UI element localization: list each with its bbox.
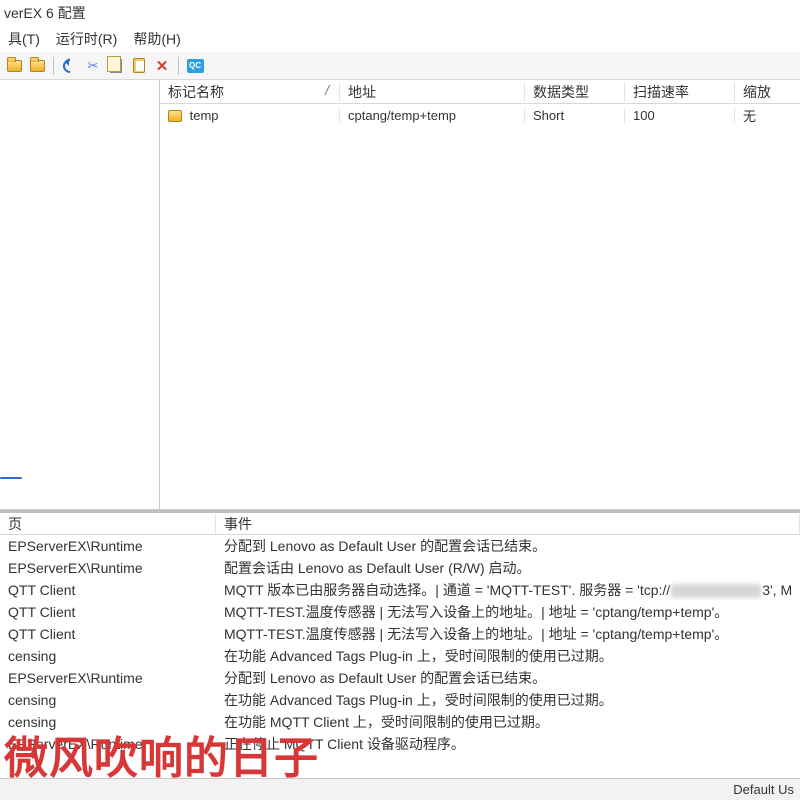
undo-icon xyxy=(63,59,77,73)
toolbar-separator xyxy=(178,57,179,75)
log-source-cell: censing xyxy=(0,648,216,664)
log-row[interactable]: censing在功能 Advanced Tags Plug-in 上，受时间限制… xyxy=(0,645,800,667)
event-log-header: 页 事件 xyxy=(0,513,800,535)
new-project-button[interactable] xyxy=(4,56,24,76)
status-right: Default Us xyxy=(733,782,794,797)
log-source-cell: EPServerEX\Runtime xyxy=(0,538,216,554)
sort-indicator: / xyxy=(325,82,329,98)
log-event-cell: 在功能 Advanced Tags Plug-in 上，受时间限制的使用已过期。 xyxy=(216,646,800,666)
cut-button[interactable]: ✂ xyxy=(83,56,103,76)
tag-list-pane: 标记名称 / 地址 数据类型 扫描速率 缩放 temp cptang/temp+… xyxy=(160,80,800,509)
tag-list-header: 标记名称 / 地址 数据类型 扫描速率 缩放 xyxy=(160,80,800,104)
open-project-button[interactable] xyxy=(27,56,47,76)
menu-help[interactable]: 帮助(H) xyxy=(129,28,184,50)
quick-client-button[interactable]: QC xyxy=(185,56,205,76)
col-header-address[interactable]: 地址 xyxy=(340,82,525,102)
tag-row[interactable]: temp cptang/temp+temp Short 100 无 xyxy=(160,104,800,126)
delete-button[interactable]: ✕ xyxy=(152,56,172,76)
log-source-cell: EPServerEX\Runtime xyxy=(0,560,216,576)
paste-icon xyxy=(133,58,145,73)
paste-button[interactable] xyxy=(129,56,149,76)
log-row[interactable]: EPServerEX\Runtime分配到 Lenovo as Default … xyxy=(0,535,800,557)
window-title: verEX 6 配置 xyxy=(0,0,800,26)
log-col-event[interactable]: 事件 xyxy=(216,514,800,534)
log-event-cell: MQTT 版本已由服务器自动选择。| 通道 = 'MQTT-TEST'. 服务器… xyxy=(216,580,800,600)
col-header-name-label: 标记名称 xyxy=(168,84,224,100)
col-header-scaling[interactable]: 缩放 xyxy=(735,82,795,102)
log-row[interactable]: QTT ClientMQTT 版本已由服务器自动选择。| 通道 = 'MQTT-… xyxy=(0,579,800,601)
log-source-cell: QTT Client xyxy=(0,582,216,598)
qc-icon: QC xyxy=(187,59,204,73)
log-row[interactable]: EPServerEX\Runtime配置会话由 Lenovo as Defaul… xyxy=(0,557,800,579)
log-col-source[interactable]: 页 xyxy=(0,514,216,534)
log-row[interactable]: QTT ClientMQTT-TEST.温度传感器 | 无法写入设备上的地址。|… xyxy=(0,623,800,645)
toolbar: ✂ ✕ QC xyxy=(0,52,800,80)
tag-icon xyxy=(168,110,182,122)
log-row[interactable]: EPServerEX\Runtime正在停止 MQTT Client 设备驱动程… xyxy=(0,733,800,755)
tag-scanrate-cell: 100 xyxy=(625,108,735,123)
copy-icon xyxy=(110,59,122,73)
log-source-cell: EPServerEX\Runtime xyxy=(0,736,216,752)
log-row[interactable]: censing在功能 Advanced Tags Plug-in 上，受时间限制… xyxy=(0,689,800,711)
menu-runtime[interactable]: 运行时(R) xyxy=(52,28,121,50)
menu-tools[interactable]: 具(T) xyxy=(4,28,44,50)
log-row[interactable]: QTT ClientMQTT-TEST.温度传感器 | 无法写入设备上的地址。|… xyxy=(0,601,800,623)
tree-selection-marker xyxy=(0,477,22,479)
scissors-icon: ✂ xyxy=(88,58,99,74)
log-event-cell: 分配到 Lenovo as Default User 的配置会话已结束。 xyxy=(216,668,800,688)
log-event-cell: MQTT-TEST.温度传感器 | 无法写入设备上的地址。| 地址 = 'cpt… xyxy=(216,602,800,622)
col-header-name[interactable]: 标记名称 / xyxy=(160,82,340,102)
log-event-cell: 在功能 MQTT Client 上，受时间限制的使用已过期。 xyxy=(216,712,800,732)
log-source-cell: censing xyxy=(0,692,216,708)
tag-list-body[interactable]: temp cptang/temp+temp Short 100 无 xyxy=(160,104,800,509)
log-source-cell: QTT Client xyxy=(0,626,216,642)
project-tree[interactable] xyxy=(0,80,160,509)
copy-button[interactable] xyxy=(106,56,126,76)
log-event-cell: 正在停止 MQTT Client 设备驱动程序。 xyxy=(216,734,800,754)
log-row[interactable]: EPServerEX\Runtime分配到 Lenovo as Default … xyxy=(0,667,800,689)
tag-name-cell: temp xyxy=(190,108,219,123)
event-log-pane: 页 事件 EPServerEX\Runtime分配到 Lenovo as Def… xyxy=(0,510,800,778)
tag-scaling-cell: 无 xyxy=(735,106,795,125)
folder-open-icon xyxy=(30,60,45,72)
tag-datatype-cell: Short xyxy=(525,108,625,123)
menu-bar: 具(T) 运行时(R) 帮助(H) xyxy=(0,26,800,52)
tag-address-cell: cptang/temp+temp xyxy=(340,108,525,123)
folder-icon xyxy=(7,60,22,72)
log-event-cell: 在功能 Advanced Tags Plug-in 上，受时间限制的使用已过期。 xyxy=(216,690,800,710)
undo-button[interactable] xyxy=(60,56,80,76)
log-event-cell: 配置会话由 Lenovo as Default User (R/W) 启动。 xyxy=(216,558,800,578)
toolbar-separator xyxy=(53,57,54,75)
status-bar: Default Us xyxy=(0,778,800,800)
log-source-cell: EPServerEX\Runtime xyxy=(0,670,216,686)
col-header-datatype[interactable]: 数据类型 xyxy=(525,82,625,102)
log-event-cell: 分配到 Lenovo as Default User 的配置会话已结束。 xyxy=(216,536,800,556)
log-source-cell: censing xyxy=(0,714,216,730)
event-log-body[interactable]: EPServerEX\Runtime分配到 Lenovo as Default … xyxy=(0,535,800,778)
col-header-scanrate[interactable]: 扫描速率 xyxy=(625,82,735,102)
log-source-cell: QTT Client xyxy=(0,604,216,620)
redacted-span xyxy=(671,584,761,598)
log-event-cell: MQTT-TEST.温度传感器 | 无法写入设备上的地址。| 地址 = 'cpt… xyxy=(216,624,800,644)
delete-icon: ✕ xyxy=(156,57,169,75)
main-split: 标记名称 / 地址 数据类型 扫描速率 缩放 temp cptang/temp+… xyxy=(0,80,800,510)
log-row[interactable]: censing在功能 MQTT Client 上，受时间限制的使用已过期。 xyxy=(0,711,800,733)
